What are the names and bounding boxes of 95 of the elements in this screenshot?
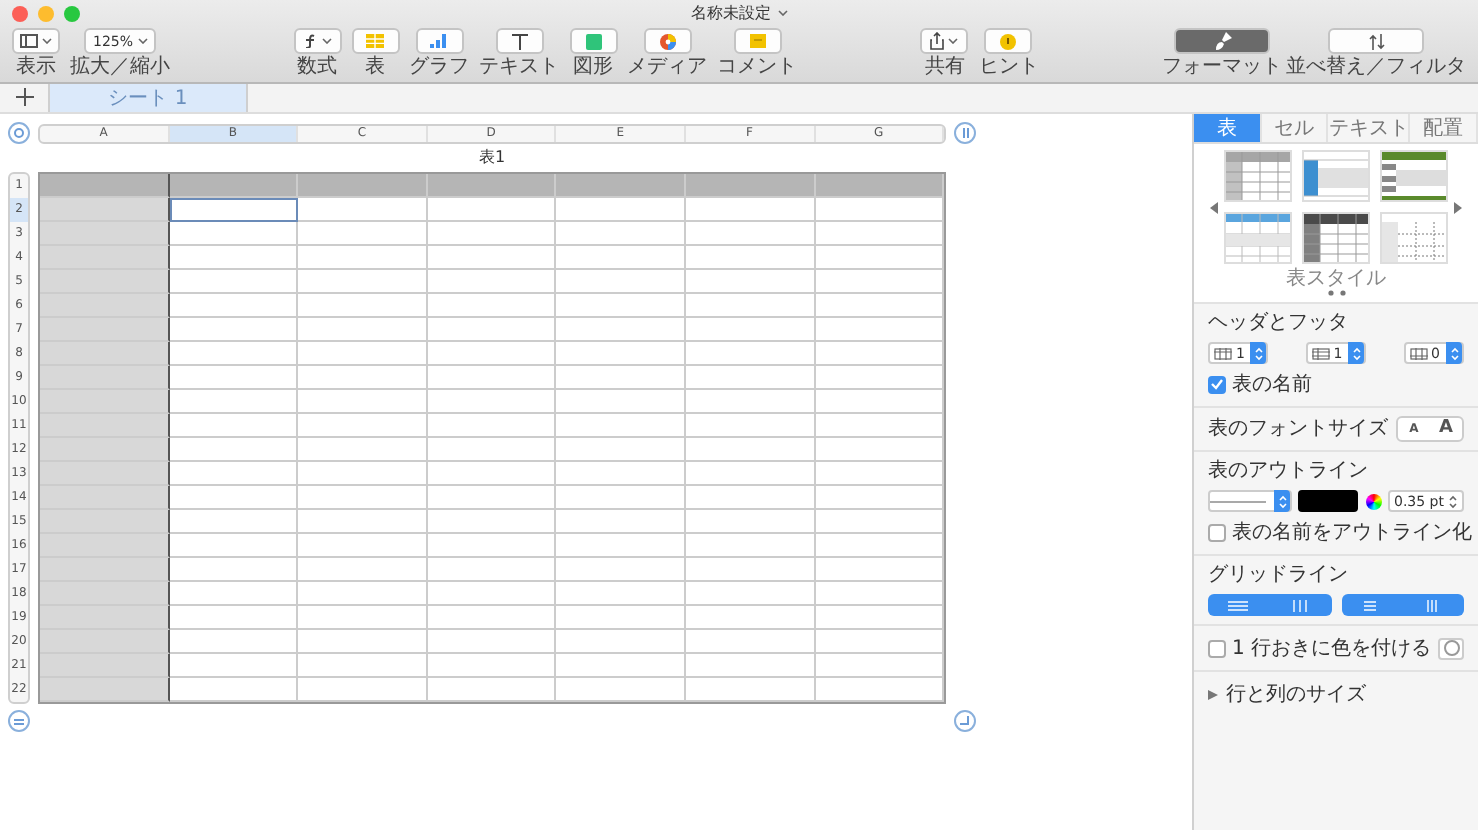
equals-icon bbox=[14, 717, 24, 725]
vertical-lines-icon bbox=[1290, 599, 1311, 611]
previous-arrow-icon[interactable] bbox=[1210, 201, 1218, 213]
table-cell[interactable] bbox=[40, 414, 170, 438]
table-style-thumbnail[interactable] bbox=[1224, 212, 1292, 264]
close-icon[interactable] bbox=[12, 6, 28, 22]
table-rows-icon bbox=[1311, 347, 1330, 359]
inspector-tab[interactable]: テキスト bbox=[1328, 114, 1411, 142]
table-cell[interactable] bbox=[40, 438, 170, 462]
increase-font-button[interactable]: A bbox=[1430, 418, 1462, 440]
paintbrush-icon bbox=[1213, 32, 1232, 50]
stepper-arrows-icon bbox=[1253, 345, 1264, 361]
chevron-icon bbox=[948, 38, 959, 44]
color-swatch[interactable] bbox=[1298, 490, 1359, 512]
selected-cell[interactable] bbox=[169, 198, 299, 222]
table-cell[interactable] bbox=[40, 654, 170, 678]
alternating-rows-checkbox[interactable]: 1 行おきに色を付ける bbox=[1208, 634, 1432, 662]
row-color-well[interactable] bbox=[1437, 637, 1464, 659]
function-icon bbox=[303, 34, 318, 48]
table-cell[interactable] bbox=[40, 294, 170, 318]
table-rows-icon bbox=[1214, 347, 1232, 359]
checkmark-icon bbox=[1210, 378, 1224, 390]
section-title: 表のフォントサイズ bbox=[1208, 417, 1388, 441]
chevron-icon bbox=[321, 38, 332, 44]
share-icon bbox=[930, 32, 945, 50]
table-cell[interactable] bbox=[40, 510, 170, 534]
circle-icon bbox=[14, 128, 24, 138]
window-title: 名称未設定 bbox=[691, 2, 787, 24]
line-sample-icon bbox=[1210, 499, 1267, 503]
table-cell[interactable] bbox=[40, 222, 170, 246]
flower-icon bbox=[659, 33, 676, 49]
square-icon bbox=[585, 33, 602, 49]
table-cell[interactable] bbox=[40, 606, 170, 630]
sort-button[interactable]: 並べ替え／フィルタ bbox=[1286, 28, 1467, 78]
minimize-icon[interactable] bbox=[38, 6, 54, 22]
table-cell[interactable] bbox=[40, 630, 170, 654]
vertical-lines-icon bbox=[1424, 599, 1441, 611]
table-cell[interactable] bbox=[40, 342, 170, 366]
table-styles-caption: 表スタイル bbox=[1286, 268, 1386, 290]
table-cell[interactable] bbox=[40, 534, 170, 558]
gridline-toggle-group[interactable] bbox=[1341, 594, 1464, 616]
format-button[interactable]: フォーマット bbox=[1162, 28, 1283, 78]
lightbulb-icon bbox=[1000, 33, 1017, 49]
table-title: 表1 bbox=[477, 146, 508, 170]
stepper-arrows-icon bbox=[1277, 493, 1288, 509]
chevron-icon bbox=[777, 10, 787, 16]
page-indicator bbox=[1327, 290, 1345, 296]
next-arrow-icon[interactable] bbox=[1454, 201, 1462, 213]
column-handle-button[interactable] bbox=[954, 122, 977, 144]
sidebar-icon bbox=[20, 34, 38, 48]
stepper-arrows-icon bbox=[1351, 345, 1362, 361]
section-title: 表のアウトライン bbox=[1208, 460, 1370, 484]
table-style-thumbnail[interactable] bbox=[1224, 150, 1292, 202]
pause-icon bbox=[961, 128, 970, 138]
horizontal-lines-icon bbox=[1364, 599, 1377, 611]
comment-button[interactable]: コメント bbox=[717, 28, 798, 78]
chevron-icon bbox=[137, 38, 147, 44]
chevron-icon bbox=[42, 38, 52, 44]
table-cell[interactable] bbox=[40, 582, 170, 606]
table-rows-icon bbox=[1409, 347, 1428, 359]
tips-button[interactable]: ヒント bbox=[978, 28, 1039, 78]
text-button[interactable]: テキスト bbox=[479, 28, 560, 78]
table-icon bbox=[366, 34, 385, 48]
section-title: グリッドライン bbox=[1208, 564, 1350, 588]
table-cell[interactable] bbox=[40, 174, 170, 198]
table-cell[interactable] bbox=[40, 678, 170, 702]
sort-icon bbox=[1367, 33, 1386, 49]
table-cell[interactable] bbox=[40, 462, 170, 486]
table-name-checkbox[interactable]: 表の名前 bbox=[1208, 370, 1464, 398]
table-cell[interactable] bbox=[40, 366, 170, 390]
stepper-arrows-icon bbox=[1447, 493, 1458, 509]
bar-chart-icon bbox=[430, 34, 449, 48]
zoom-icon[interactable] bbox=[64, 6, 80, 22]
resize-handle-button[interactable] bbox=[954, 710, 976, 732]
table-cell[interactable] bbox=[40, 246, 170, 270]
row-column-size-disclosure[interactable]: 行と列のサイズ bbox=[1208, 680, 1464, 708]
chart-button[interactable]: グラフ bbox=[409, 28, 470, 78]
table-cell[interactable] bbox=[40, 486, 170, 510]
media-button[interactable]: メディア bbox=[627, 28, 708, 78]
table-cell[interactable] bbox=[40, 390, 170, 414]
add-row-button[interactable] bbox=[8, 710, 30, 732]
corner-icon bbox=[960, 716, 970, 726]
horizontal-lines-icon bbox=[1228, 599, 1249, 611]
select-table-button[interactable] bbox=[8, 122, 30, 144]
table-cell[interactable] bbox=[40, 198, 170, 222]
stepper-arrows-icon bbox=[1449, 345, 1459, 361]
comment-icon bbox=[749, 34, 766, 48]
plus-icon bbox=[15, 88, 33, 106]
gridline-toggle-group[interactable] bbox=[1208, 594, 1331, 616]
text-icon bbox=[511, 33, 528, 49]
table-cell[interactable] bbox=[40, 318, 170, 342]
table-cell[interactable] bbox=[40, 270, 170, 294]
section-title: ヘッダとフッタ bbox=[1208, 312, 1350, 336]
table-cell[interactable] bbox=[40, 558, 170, 582]
table-style-thumbnail[interactable] bbox=[1302, 212, 1370, 264]
